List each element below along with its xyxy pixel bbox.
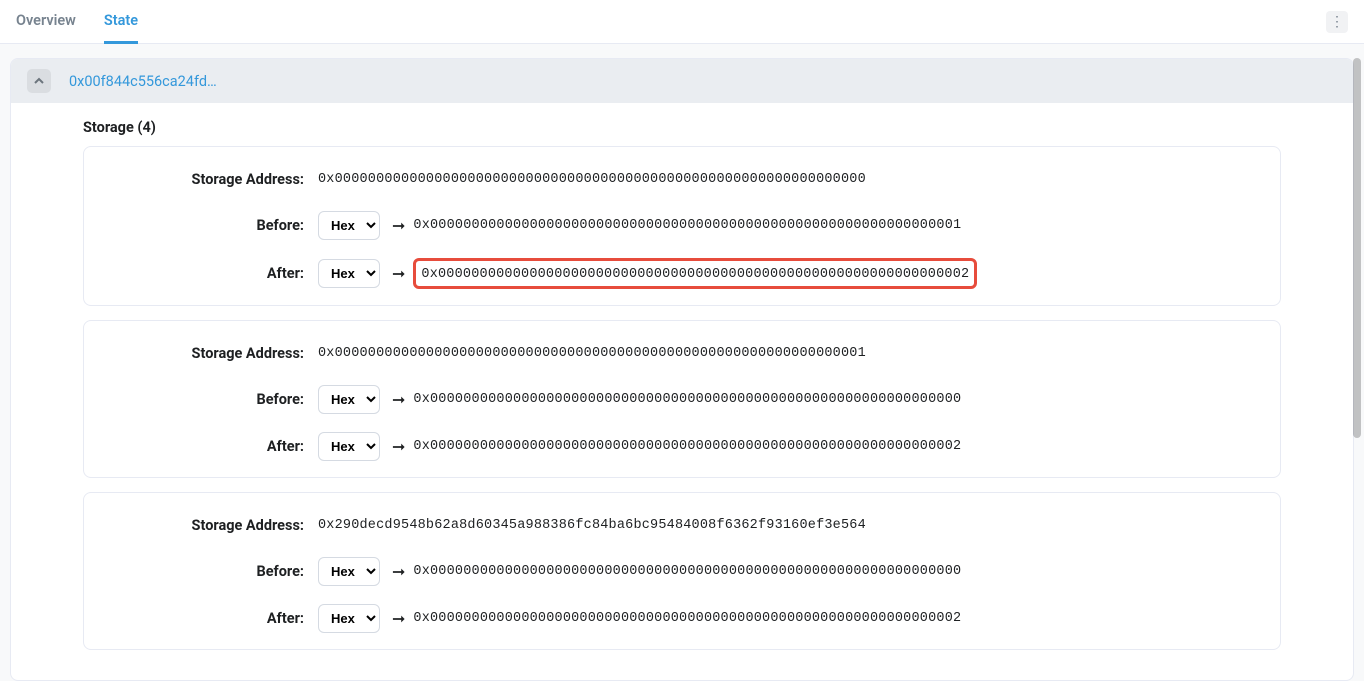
- value-row: Hex ➞ 0x00000000000000000000000000000000…: [318, 258, 977, 289]
- storage-content: Storage (4) Storage Address: 0x000000000…: [11, 103, 1353, 680]
- scrollbar[interactable]: [1353, 58, 1361, 438]
- storage-card: Storage Address: 0x290decd9548b62a8d6034…: [83, 492, 1281, 650]
- tab-overview[interactable]: Overview: [16, 0, 76, 44]
- value-row: Hex ➞ 0x00000000000000000000000000000000…: [318, 211, 961, 240]
- arrow-right-icon: ➞: [392, 439, 405, 455]
- value-before: 0x00000000000000000000000000000000000000…: [413, 392, 961, 407]
- collapsible-header: 0x00f844c556ca24fd…: [11, 59, 1353, 103]
- kebab-icon: ⋮: [1330, 13, 1344, 30]
- field-row-before: Before: Hex ➞ 0x000000000000000000000000…: [104, 385, 1260, 414]
- label-storage-address: Storage Address:: [104, 517, 318, 534]
- arrow-right-icon: ➞: [392, 564, 405, 580]
- format-select-after[interactable]: Hex: [318, 432, 380, 461]
- value-row: Hex ➞ 0x00000000000000000000000000000000…: [318, 604, 961, 633]
- format-select-before[interactable]: Hex: [318, 385, 380, 414]
- storage-title: Storage (4): [83, 119, 1281, 136]
- format-select-after[interactable]: Hex: [318, 259, 380, 288]
- label-storage-address: Storage Address:: [104, 171, 318, 188]
- field-row-before: Before: Hex ➞ 0x000000000000000000000000…: [104, 557, 1260, 586]
- value-after: 0x00000000000000000000000000000000000000…: [421, 267, 969, 282]
- arrow-right-icon: ➞: [392, 218, 405, 234]
- field-row-address: Storage Address: 0x000000000000000000000…: [104, 165, 1260, 193]
- label-after: After:: [104, 438, 318, 455]
- arrow-right-icon: ➞: [392, 611, 405, 627]
- format-select-after[interactable]: Hex: [318, 604, 380, 633]
- label-before: Before:: [104, 217, 318, 234]
- highlighted-value-box: 0x00000000000000000000000000000000000000…: [413, 258, 977, 289]
- value-row: Hex ➞ 0x00000000000000000000000000000000…: [318, 557, 961, 586]
- arrow-right-icon: ➞: [392, 266, 405, 282]
- tabs-container: Overview State: [16, 0, 138, 43]
- field-row-after: After: Hex ➞ 0x0000000000000000000000000…: [104, 604, 1260, 633]
- field-row-before: Before: Hex ➞ 0x000000000000000000000000…: [104, 211, 1260, 240]
- value-storage-address: 0x00000000000000000000000000000000000000…: [318, 172, 866, 187]
- collapsible-section: 0x00f844c556ca24fd… Storage (4) Storage …: [10, 58, 1354, 681]
- value-after: 0x00000000000000000000000000000000000000…: [413, 439, 961, 454]
- value-row: Hex ➞ 0x00000000000000000000000000000000…: [318, 385, 961, 414]
- value-row: Hex ➞ 0x00000000000000000000000000000000…: [318, 432, 961, 461]
- label-before: Before:: [104, 391, 318, 408]
- label-after: After:: [104, 265, 318, 282]
- label-after: After:: [104, 610, 318, 627]
- value-before: 0x00000000000000000000000000000000000000…: [413, 564, 961, 579]
- address-link[interactable]: 0x00f844c556ca24fd…: [69, 73, 217, 90]
- field-row-after: After: Hex ➞ 0x0000000000000000000000000…: [104, 258, 1260, 289]
- field-row-address: Storage Address: 0x000000000000000000000…: [104, 339, 1260, 367]
- chevron-up-icon: [33, 75, 45, 87]
- value-before: 0x00000000000000000000000000000000000000…: [413, 218, 961, 233]
- label-before: Before:: [104, 563, 318, 580]
- field-row-after: After: Hex ➞ 0x0000000000000000000000000…: [104, 432, 1260, 461]
- field-row-address: Storage Address: 0x290decd9548b62a8d6034…: [104, 511, 1260, 539]
- tab-state[interactable]: State: [104, 0, 138, 44]
- value-storage-address: 0x00000000000000000000000000000000000000…: [318, 346, 866, 361]
- arrow-right-icon: ➞: [392, 392, 405, 408]
- collapse-toggle-button[interactable]: [27, 69, 51, 93]
- value-storage-address: 0x290decd9548b62a8d60345a988386fc84ba6bc…: [318, 518, 866, 533]
- content-area: 0x00f844c556ca24fd… Storage (4) Storage …: [0, 44, 1364, 681]
- label-storage-address: Storage Address:: [104, 345, 318, 362]
- storage-card: Storage Address: 0x000000000000000000000…: [83, 146, 1281, 306]
- format-select-before[interactable]: Hex: [318, 211, 380, 240]
- format-select-before[interactable]: Hex: [318, 557, 380, 586]
- value-after: 0x00000000000000000000000000000000000000…: [413, 611, 961, 626]
- tabs-bar: Overview State ⋮: [0, 0, 1364, 44]
- kebab-menu-button[interactable]: ⋮: [1326, 11, 1348, 33]
- storage-card: Storage Address: 0x000000000000000000000…: [83, 320, 1281, 478]
